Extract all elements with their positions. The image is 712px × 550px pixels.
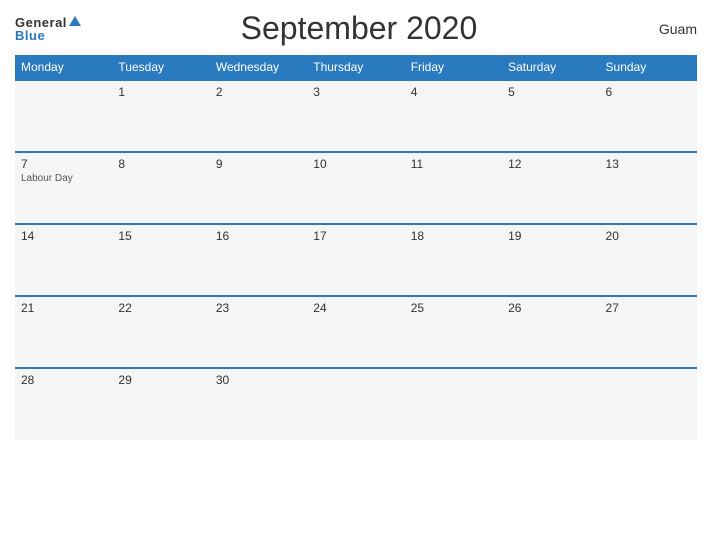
calendar-day-cell: 8 [112,152,209,224]
calendar-header: General Blue September 2020 Guam [15,10,697,47]
calendar-day-cell: 27 [600,296,697,368]
day-number: 27 [606,301,691,315]
day-number: 15 [118,229,203,243]
calendar-day-cell: 29 [112,368,209,440]
calendar-week-row: 123456 [15,80,697,152]
calendar-day-cell [15,80,112,152]
calendar-day-cell: 23 [210,296,307,368]
weekday-header-thursday: Thursday [307,55,404,80]
day-number: 17 [313,229,398,243]
calendar-day-cell: 12 [502,152,599,224]
calendar-day-cell: 15 [112,224,209,296]
day-number: 9 [216,157,301,171]
calendar-day-cell: 16 [210,224,307,296]
logo: General Blue [15,16,81,42]
day-number: 26 [508,301,593,315]
calendar-day-cell: 17 [307,224,404,296]
calendar-day-cell: 19 [502,224,599,296]
logo-triangle-icon [69,16,81,26]
calendar-day-cell: 22 [112,296,209,368]
weekday-header-monday: Monday [15,55,112,80]
calendar-day-cell: 21 [15,296,112,368]
calendar-day-cell [502,368,599,440]
calendar-week-row: 7 Labour Day 89 10 11 12 13 [15,152,697,224]
day-number: 13 [606,157,691,171]
calendar-day-cell: 14 [15,224,112,296]
weekday-header-wednesday: Wednesday [210,55,307,80]
day-number: 7 [21,157,106,171]
day-number: 30 [216,373,301,387]
day-number: 20 [606,229,691,243]
day-number: 28 [21,373,106,387]
day-number: 29 [118,373,203,387]
weekday-header-friday: Friday [405,55,502,80]
calendar-day-cell: 25 [405,296,502,368]
day-number: 11 [411,157,496,171]
region-label: Guam [637,21,697,37]
weekday-header-saturday: Saturday [502,55,599,80]
weekday-header-row: MondayTuesdayWednesdayThursdayFridaySatu… [15,55,697,80]
calendar-day-cell: 28 [15,368,112,440]
calendar-day-cell: 20 [600,224,697,296]
day-number: 8 [118,157,203,171]
day-number: 5 [508,85,593,99]
calendar-day-cell: 10 [307,152,404,224]
day-number: 21 [21,301,106,315]
calendar-week-row: 21 22 23 24 25 26 27 [15,296,697,368]
calendar-day-cell [405,368,502,440]
calendar-table: MondayTuesdayWednesdayThursdayFridaySatu… [15,55,697,440]
calendar-day-cell: 7 Labour Day [15,152,112,224]
day-number: 4 [411,85,496,99]
weekday-header-tuesday: Tuesday [112,55,209,80]
day-number: 1 [118,85,203,99]
day-number: 6 [606,85,691,99]
calendar-day-cell: 26 [502,296,599,368]
calendar-day-cell: 2 [210,80,307,152]
day-number: 25 [411,301,496,315]
calendar-day-cell: 13 [600,152,697,224]
calendar-day-cell: 5 [502,80,599,152]
day-number: 18 [411,229,496,243]
calendar-day-cell: 30 [210,368,307,440]
calendar-week-row: 28 29 30 [15,368,697,440]
calendar-container: General Blue September 2020 Guam MondayT… [0,0,712,550]
calendar-day-cell: 4 [405,80,502,152]
day-number: 19 [508,229,593,243]
calendar-day-cell [307,368,404,440]
calendar-day-cell: 24 [307,296,404,368]
calendar-day-cell: 6 [600,80,697,152]
day-number: 14 [21,229,106,243]
logo-blue-text: Blue [15,29,45,42]
calendar-day-cell: 11 [405,152,502,224]
day-number: 22 [118,301,203,315]
calendar-day-cell [600,368,697,440]
day-number: 24 [313,301,398,315]
calendar-day-cell: 3 [307,80,404,152]
logo-general-text: General [15,16,67,29]
day-number: 2 [216,85,301,99]
weekday-header-sunday: Sunday [600,55,697,80]
day-number: 23 [216,301,301,315]
calendar-day-cell: 9 [210,152,307,224]
day-number: 10 [313,157,398,171]
calendar-week-row: 14 15 16 17 18 19 20 [15,224,697,296]
calendar-day-cell: 1 [112,80,209,152]
calendar-day-cell: 18 [405,224,502,296]
day-number: 3 [313,85,398,99]
calendar-title: September 2020 [81,10,637,47]
day-number: 16 [216,229,301,243]
holiday-label: Labour Day [21,173,106,184]
day-number: 12 [508,157,593,171]
